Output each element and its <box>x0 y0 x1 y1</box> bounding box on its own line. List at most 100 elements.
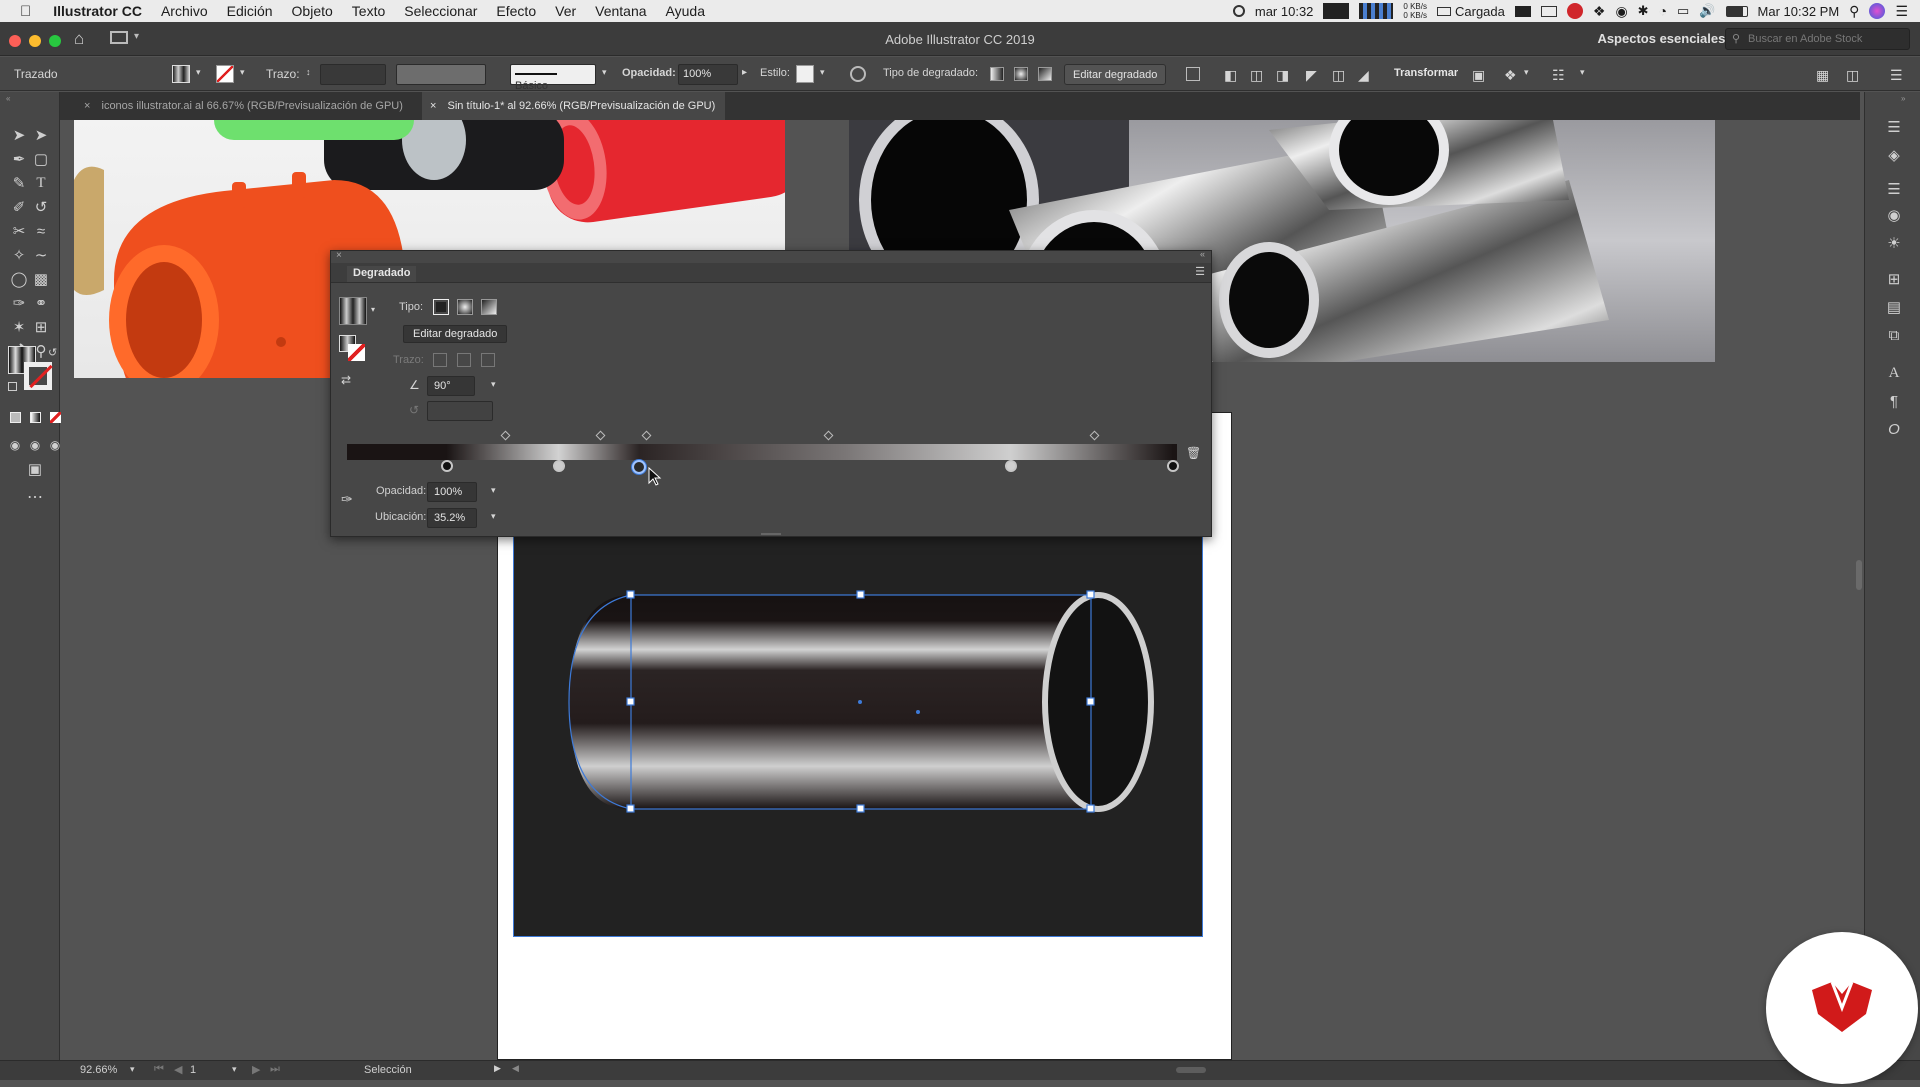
draw-behind-icon[interactable]: ◉ <box>24 434 46 456</box>
last-artboard-icon[interactable]: ⏭ <box>270 1063 280 1076</box>
gradient-midpoint[interactable] <box>595 430 606 441</box>
dropbox-icon[interactable]: ❖ <box>1593 3 1606 20</box>
collapse-icon[interactable]: « <box>6 94 10 103</box>
bbox-handle-bottom-right[interactable] <box>1086 804 1095 813</box>
brush-definition[interactable]: Básico <box>510 64 596 92</box>
shaper-tool-icon[interactable]: ✐ <box>8 196 30 218</box>
location-field[interactable]: 35.2% <box>427 508 477 528</box>
direct-selection-tool-icon[interactable]: ➤ <box>30 124 52 146</box>
gradient-cylinder-object[interactable] <box>561 568 1161 828</box>
opentype-panel-icon[interactable]: O <box>1883 418 1905 440</box>
none-mode-button[interactable] <box>50 412 61 423</box>
paragraph-panel-icon[interactable]: ¶ <box>1883 390 1905 412</box>
gradient-midpoint[interactable] <box>500 430 511 441</box>
symbol-sprayer-tool-icon[interactable]: ✶ <box>8 316 30 338</box>
linear-type-button[interactable] <box>433 299 449 315</box>
rotate-tool-icon[interactable]: ↺ <box>30 196 52 218</box>
appearance-panel-icon[interactable]: ☀ <box>1883 232 1905 254</box>
clock-long[interactable]: Mar 10:32 PM <box>1758 4 1840 19</box>
stepper-icon[interactable]: ↕ <box>306 67 311 77</box>
chevron-down-icon[interactable]: ▾ <box>130 1064 135 1075</box>
expand-panels-icon[interactable]: » <box>1901 94 1905 103</box>
airplay-icon[interactable]: ▭ <box>1677 3 1689 19</box>
zoom-level[interactable]: 92.66% <box>80 1064 117 1076</box>
align-middle-icon[interactable]: ◫ <box>1332 67 1345 84</box>
resize-grip[interactable] <box>761 533 781 535</box>
wifi-icon[interactable]: ◔ <box>1659 3 1667 19</box>
menu-texto[interactable]: Texto <box>352 3 385 19</box>
collapse-panel-icon[interactable]: « <box>1200 249 1205 259</box>
radial-gradient-type-button[interactable] <box>1014 67 1028 81</box>
pen-tool-icon[interactable]: ✒ <box>8 148 30 170</box>
apple-icon[interactable]:  <box>20 3 31 20</box>
shape-builder-tool-icon[interactable]: ◯ <box>8 268 30 290</box>
menu-seleccionar[interactable]: Seleccionar <box>404 3 477 19</box>
menu-efecto[interactable]: Efecto <box>496 3 536 19</box>
control-menu-icon[interactable]: ☰ <box>1890 67 1903 84</box>
record-icon[interactable] <box>1232 5 1245 17</box>
recolor-artwork-icon[interactable] <box>850 66 866 82</box>
swap-colors-icon[interactable]: ↺ <box>48 346 57 359</box>
chevron-down-icon[interactable]: ▾ <box>232 1064 237 1075</box>
align-left-icon[interactable]: ◧ <box>1224 67 1237 84</box>
scroll-thumb[interactable] <box>1856 560 1862 590</box>
gradient-stop-selected[interactable] <box>632 460 647 474</box>
edit-gradient-button[interactable]: Editar degradado <box>1064 64 1167 85</box>
freeform-type-button[interactable] <box>481 299 497 315</box>
transform-panel-icon[interactable]: ⊞ <box>1883 268 1905 290</box>
stroke-weight-field[interactable] <box>320 64 386 85</box>
bluetooth-icon[interactable]: ✱ <box>1638 3 1649 19</box>
color-mode-button[interactable] <box>10 412 21 423</box>
tab-sin-titulo[interactable]: × Sin título-1* al 92.66% (RGB/Previsual… <box>422 92 726 120</box>
more-tools-icon[interactable]: ⋯ <box>24 486 46 508</box>
stroke-swatch[interactable] <box>216 65 234 83</box>
display-icon[interactable] <box>1514 5 1531 17</box>
paintbrush-tool-icon[interactable]: ✎ <box>8 172 30 194</box>
chevron-down-icon[interactable]: ▾ <box>602 67 607 78</box>
opacity-field[interactable]: 100% <box>678 64 738 85</box>
rectangle-tool-icon[interactable]: ▢ <box>30 148 52 170</box>
menu-ver[interactable]: Ver <box>555 3 576 19</box>
panel-title[interactable]: Degradado <box>347 266 417 282</box>
cylinder-body[interactable] <box>569 595 1091 809</box>
angle-field[interactable]: 90° <box>427 376 475 396</box>
menu-ayuda[interactable]: Ayuda <box>666 3 705 19</box>
menu-archivo[interactable]: Archivo <box>161 3 208 19</box>
bbox-handle-top-right[interactable] <box>1086 590 1095 599</box>
isolate-object-icon[interactable]: ▣ <box>1472 67 1485 84</box>
battery-icon[interactable] <box>1725 5 1748 17</box>
fill-stroke-swatch[interactable] <box>339 335 365 361</box>
menu-ventana[interactable]: Ventana <box>595 3 646 19</box>
gradient-panel[interactable]: × « Degradado ☰ ▾ ⇄ Tipo: Editar degrada… <box>330 249 1212 537</box>
align-right-icon[interactable]: ◨ <box>1276 67 1289 84</box>
previous-artboard-icon[interactable]: ◀ <box>174 1063 182 1076</box>
character-panel-icon[interactable]: A <box>1883 362 1905 384</box>
linear-gradient-type-button[interactable] <box>990 67 1004 81</box>
bbox-handle-bottom-left[interactable] <box>626 804 635 813</box>
next-artboard-icon[interactable]: ▶ <box>252 1063 260 1076</box>
horizontal-scroll-thumb[interactable] <box>1176 1067 1206 1073</box>
chevron-down-icon[interactable]: ▾ <box>820 67 825 78</box>
app-menu[interactable]: Illustrator CC <box>53 3 142 19</box>
freeform-gradient-type-button[interactable] <box>1038 67 1052 81</box>
pathfinder-panel-icon[interactable]: ⧉ <box>1883 324 1905 346</box>
graphic-style-swatch[interactable] <box>796 65 814 83</box>
eyedropper-icon[interactable]: ✑ <box>341 491 353 508</box>
default-colors-icon[interactable] <box>8 382 17 391</box>
align-panel-icon[interactable]: ▤ <box>1883 296 1905 318</box>
chevron-down-icon[interactable]: ▾ <box>491 379 496 390</box>
panel-toggle-icon[interactable]: ◫ <box>1846 67 1859 84</box>
blend-tool-icon[interactable]: ⚭ <box>30 292 52 314</box>
stop-opacity-field[interactable]: 100% <box>427 482 477 502</box>
bbox-handle-middle-left[interactable] <box>626 697 635 706</box>
panel-menu-icon[interactable]: ☰ <box>1195 265 1205 278</box>
artboard-number[interactable]: 1 <box>190 1064 196 1076</box>
fill-swatch[interactable] <box>172 65 190 83</box>
gradient-midpoint[interactable] <box>1089 430 1100 441</box>
volume-icon[interactable]: 🔊 <box>1699 3 1715 19</box>
align-to-icon[interactable] <box>1186 67 1200 81</box>
gradient-midpoint[interactable] <box>641 430 652 441</box>
width-tool-icon[interactable]: ≈ <box>30 220 52 242</box>
gradient-stop[interactable] <box>1166 460 1179 472</box>
opacity-label[interactable]: Opacidad: <box>622 67 676 79</box>
